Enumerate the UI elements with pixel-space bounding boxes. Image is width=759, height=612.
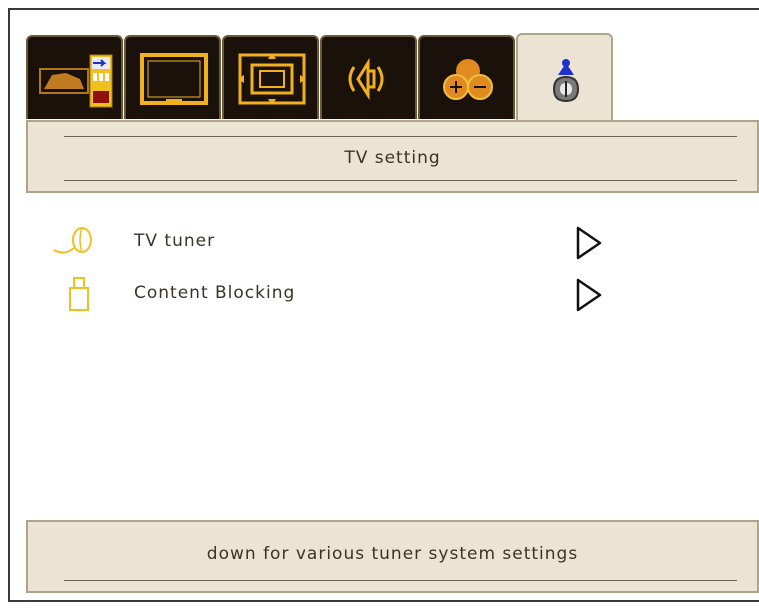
screen-icon — [140, 53, 208, 105]
tab-picture-position[interactable] — [222, 35, 319, 119]
tab-tv-setting[interactable] — [516, 33, 613, 123]
feature-options-icon — [443, 59, 493, 100]
tab-sound[interactable] — [320, 35, 417, 119]
lock-icon — [69, 277, 89, 311]
tab-features[interactable] — [418, 35, 515, 119]
tab-picture-input[interactable] — [26, 35, 123, 119]
chevron-right-icon[interactable] — [572, 276, 612, 312]
menu-item-label: Content Blocking — [134, 283, 296, 303]
menu-item-label: TV tuner — [134, 231, 216, 251]
header-top-rule — [64, 136, 737, 137]
picture-position-icon — [238, 53, 306, 105]
help-footer: down for various tuner system settings — [26, 520, 759, 593]
section-header: TV setting — [26, 120, 759, 193]
page-title: TV setting — [344, 148, 441, 168]
speaker-sound-icon — [348, 57, 384, 101]
tuner-icon — [53, 227, 92, 254]
menu-item-tv-tuner[interactable]: TV tuner — [50, 224, 630, 260]
chevron-right-icon[interactable] — [572, 224, 612, 260]
tab-screen[interactable] — [124, 35, 221, 119]
help-text: down for various tuner system settings — [206, 544, 579, 564]
header-bottom-rule — [64, 180, 737, 181]
tv-setting-icon — [552, 59, 580, 103]
menu-item-content-blocking[interactable]: Content Blocking — [50, 276, 630, 312]
footer-rule — [64, 580, 737, 581]
picture-input-icon — [39, 54, 113, 108]
